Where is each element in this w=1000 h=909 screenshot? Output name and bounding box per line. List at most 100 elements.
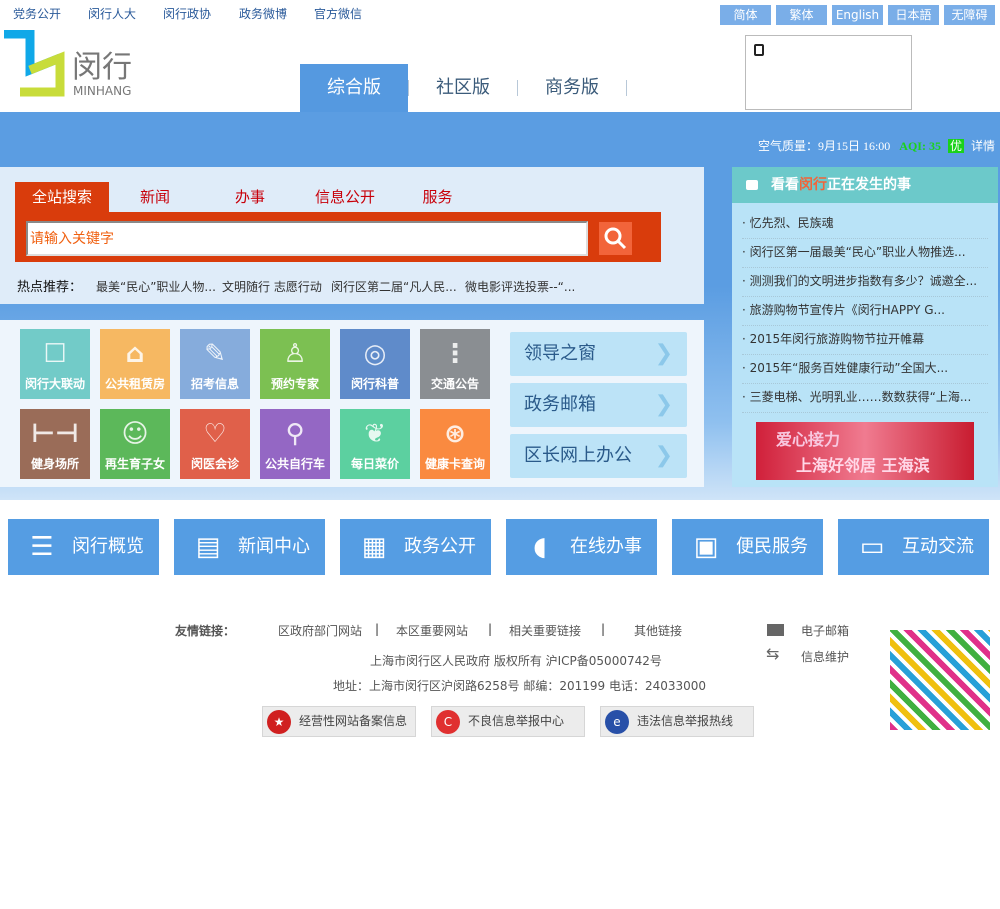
news-item[interactable]: · 三菱电梯、光明乳业……数数获得“上海... <box>742 384 988 413</box>
search-button[interactable] <box>599 222 632 255</box>
nav-label: 便民服务 <box>736 536 808 557</box>
news-item[interactable]: · 闵行区第一届最美“民心”职业人物推选... <box>742 239 988 268</box>
nav-list[interactable]: ☰ 闵行概览 <box>8 519 159 575</box>
news-title: 2015年“服务百姓健康行动”全国大... <box>749 361 949 375</box>
badge-label: 经营性网站备案信息 <box>299 714 408 728</box>
top-link-wechat[interactable]: 官方微信 <box>314 5 362 22</box>
gov-mailbox-button[interactable]: 政务邮箱 ❯ <box>510 383 687 427</box>
tile-house[interactable]: ⌂ 公共租赁房 <box>100 329 170 399</box>
nav-label: 闵行概览 <box>72 536 144 557</box>
badge-business-record[interactable]: ★ 经营性网站备案信息 <box>262 706 416 737</box>
tile-edit[interactable]: ✎ 招考信息 <box>180 329 250 399</box>
nav-newspaper[interactable]: ▤ 新闻中心 <box>174 519 325 575</box>
search-tab-info[interactable]: 信息公开 <box>305 182 385 212</box>
leaders-window-button[interactable]: 领导之窗 ❯ <box>510 332 687 376</box>
search-tab-news[interactable]: 新闻 <box>120 182 190 212</box>
list-icon: ☰ <box>30 532 54 562</box>
bicycle-icon: ⚲ <box>285 419 305 449</box>
news-item[interactable]: · 旅游购物节宣传片《闵行HAPPY G... <box>742 297 988 326</box>
edit-icon: ✎ <box>204 339 226 369</box>
hot-label: 热点推荐： <box>17 280 83 295</box>
video-camera-icon <box>746 180 758 190</box>
header-text: 正在发生的事 <box>827 177 911 193</box>
tile-label: 健身场所 <box>30 457 79 471</box>
tile-traffic-light[interactable]: ⋮ 交通公告 <box>420 329 490 399</box>
search-icon <box>604 227 627 250</box>
stethoscope-icon: ♡ <box>203 419 227 449</box>
nav-mouse[interactable]: ◖ 在线办事 <box>506 519 657 575</box>
footer-link[interactable]: 相关重要链接 <box>509 622 581 639</box>
footer-link[interactable]: 本区重要网站 <box>396 622 468 639</box>
maintain-link[interactable]: 信息维护 <box>801 648 849 665</box>
top-link-cppcc[interactable]: 闵行政协 <box>163 5 211 22</box>
logo[interactable]: 闵行 MINHANG <box>0 30 145 100</box>
lang-english[interactable]: English <box>832 5 883 25</box>
news-item[interactable]: · 测测我们的文明进步指数有多少？诚邀全... <box>742 268 988 297</box>
nav-chat-bubbles[interactable]: ▭ 互动交流 <box>838 519 989 575</box>
lang-japanese[interactable]: 日本語 <box>888 5 939 25</box>
tile-accessibility[interactable]: ⊛ 健康卡查询 <box>420 409 490 479</box>
top-link-npc[interactable]: 闵行人大 <box>88 5 136 22</box>
plugin-box <box>745 35 912 110</box>
tile-label: 再生育子女 <box>104 457 165 471</box>
search-tab-services[interactable]: 办事 <box>215 182 285 212</box>
tile-vegetable[interactable]: ❦ 每日菜价 <box>340 409 410 479</box>
search-input[interactable] <box>26 221 588 256</box>
tab-community[interactable]: 社区版 <box>409 64 517 112</box>
top-link-party[interactable]: 党务公开 <box>13 5 61 22</box>
search-tab-service[interactable]: 服务 <box>405 182 470 212</box>
news-item[interactable]: · 2015年“服务百姓健康行动”全国大... <box>742 355 988 384</box>
news-item[interactable]: · 忆先烈、民族魂 <box>742 210 988 239</box>
search-tab-all[interactable]: 全站搜索 <box>15 182 109 212</box>
lang-traditional[interactable]: 繁体 <box>776 5 827 25</box>
footer-link[interactable]: 其他链接 <box>634 622 682 639</box>
news-item[interactable]: · 2015年闵行旅游购物节拉开帷幕 <box>742 326 988 355</box>
email-link[interactable]: 电子邮箱 <box>801 622 849 639</box>
tile-mother-child[interactable]: ☺ 再生育子女 <box>100 409 170 479</box>
tile-doctor[interactable]: ♙ 预约专家 <box>260 329 330 399</box>
tile-stethoscope[interactable]: ♡ 闵医会诊 <box>180 409 250 479</box>
news-title: 三菱电梯、光明乳业……数数获得“上海... <box>749 390 972 404</box>
divider: | <box>488 622 493 636</box>
footer-link[interactable]: 区政府部门网站 <box>278 622 362 639</box>
badge-label: 违法信息举报热线 <box>637 714 734 728</box>
hot-link[interactable]: 文明随行 志愿行动 <box>222 278 322 295</box>
banner-image[interactable]: 爱心接力 上海好邻居 王海滨 <box>756 422 974 480</box>
happening-header: 看看闵行正在发生的事 <box>732 167 998 203</box>
header-highlight: 闵行 <box>799 177 827 193</box>
chevron-right-icon: ❯ <box>654 443 673 468</box>
nav-label: 在线办事 <box>570 536 642 557</box>
tile-bicycle[interactable]: ⚲ 公共自行车 <box>260 409 330 479</box>
mayor-office-button[interactable]: 区长网上办公 ❯ <box>510 434 687 478</box>
hot-link[interactable]: 最美“民心”职业人物... <box>96 278 216 295</box>
tab-comprehensive[interactable]: 综合版 <box>300 64 408 112</box>
news-title: 忆先烈、民族魂 <box>749 216 834 230</box>
mail-icon <box>767 624 784 636</box>
tab-business[interactable]: 商务版 <box>518 64 626 112</box>
lang-simplified[interactable]: 简体 <box>720 5 771 25</box>
tile-label: 健康卡查询 <box>424 457 485 471</box>
badge-label: 不良信息举报中心 <box>468 714 565 728</box>
mobile-icon <box>754 44 764 56</box>
nav-document[interactable]: ▦ 政务公开 <box>340 519 491 575</box>
badge-report-center[interactable]: C 不良信息举报中心 <box>431 706 585 737</box>
nav-label: 政务公开 <box>404 536 476 557</box>
divider: | <box>375 622 380 636</box>
tile-minhang-logo[interactable]: ☐ 闵行大联动 <box>20 329 90 399</box>
tile-label: 预约专家 <box>270 377 319 391</box>
tile-dumbbell[interactable]: ⊢⊣ 健身场所 <box>20 409 90 479</box>
tile-label: 公共自行车 <box>264 457 325 471</box>
top-link-weibo[interactable]: 政务微博 <box>239 5 287 22</box>
logo-text: 闵行 <box>72 50 132 85</box>
header-text: 看看 <box>771 177 799 193</box>
air-detail-link[interactable]: 详情 <box>971 139 995 153</box>
tile-science[interactable]: ◎ 闵行科普 <box>340 329 410 399</box>
badge-hotline[interactable]: e 违法信息举报热线 <box>600 706 754 737</box>
nav-gallery[interactable]: ▣ 便民服务 <box>672 519 823 575</box>
mother-child-icon: ☺ <box>121 419 149 449</box>
lang-accessibility[interactable]: 无障碍 <box>944 5 995 25</box>
logo-mark-icon <box>4 30 65 97</box>
e-icon: e <box>605 710 629 734</box>
hot-link[interactable]: 微电影评选投票--“... <box>465 278 575 295</box>
hot-link[interactable]: 闵行区第二届“凡人民... <box>331 278 457 295</box>
